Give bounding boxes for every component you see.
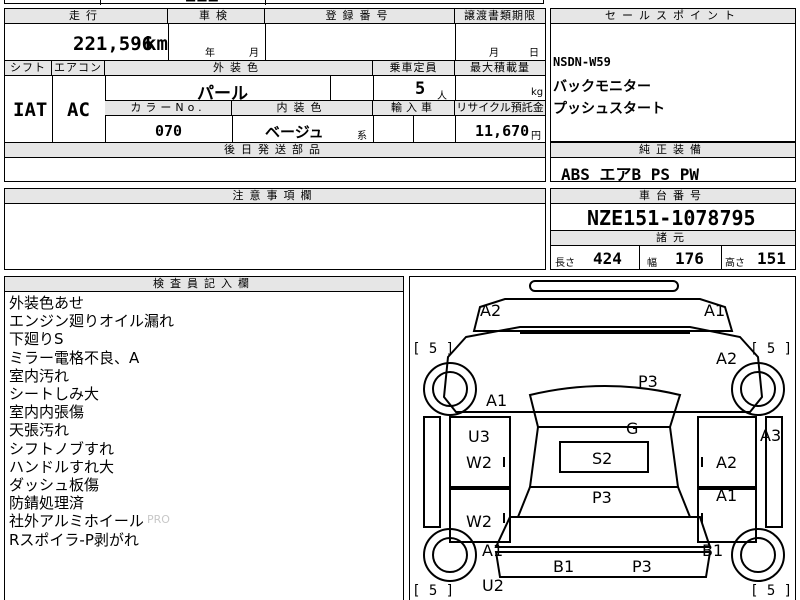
chassis-panel: 車台番号 NZE151-1078795 諸元 長さ 424 幅 176 高さ 1… (550, 188, 796, 270)
damage-mark: A2 (716, 349, 738, 368)
damage-mark: A1 (704, 301, 726, 320)
notes-header: 注意事項欄 (5, 189, 545, 204)
length-label: 長さ (555, 258, 575, 269)
remark-item: 下廻りS (9, 330, 64, 349)
specs-header: 諸元 (551, 231, 795, 246)
chassis-header: 車台番号 (551, 189, 795, 204)
recycle-fee-unit: 円 (531, 131, 541, 142)
transfer-month-unit: 月 (489, 48, 499, 59)
top-strip: ■■■ (4, 0, 544, 5)
transfer-deadline-header: 譲渡書類期限 (455, 9, 545, 24)
transfer-day-unit: 日 (529, 48, 539, 59)
postship-parts-header: 後日発送部品 (5, 143, 545, 158)
watermark: PRO (147, 513, 170, 526)
sales-point-item: バックモニター (553, 79, 651, 95)
damage-mark: U3 (468, 427, 490, 446)
sales-points-panel: セールスポイント NSDN-W59 バックモニター プッシュスタート (550, 8, 796, 142)
shaken-year-unit: 年 (205, 48, 215, 59)
height-label: 高さ (725, 258, 745, 269)
length-value: 424 (593, 249, 622, 268)
interior-color-value: ベージュ (265, 123, 324, 141)
damage-mark: G (626, 419, 639, 438)
damage-mark: P3 (592, 488, 612, 507)
recycle-header: リサイクル預託金 (455, 101, 545, 116)
damage-mark: A2 (716, 453, 738, 472)
exterior-color-header: 外装色 (105, 61, 373, 76)
tire-label-rear-left: [ 5 ] (412, 583, 455, 599)
shift-value: IAT (13, 99, 48, 121)
tire-label-front-left: [ 5 ] (412, 341, 455, 357)
damage-mark: A3 (760, 426, 782, 445)
remarks-list: 外装色あせ エンジン廻りオイル漏れ 下廻りS ミラー電格不良、A 室内汚れ シー… (9, 294, 174, 549)
interior-color-header: 内装色 (232, 101, 373, 116)
damage-mark: W2 (466, 512, 492, 531)
sales-points-header: セールスポイント (551, 9, 795, 24)
remark-item: 室内汚れ (9, 366, 70, 385)
shift-header: シフト (5, 61, 52, 76)
damage-mark: B1 (702, 541, 724, 560)
interior-color-suffix: 系 (357, 131, 367, 142)
mileage-unit: km (145, 33, 168, 55)
damage-diagram-panel: A2 A1 A2 P3 A1 G A3 U3 S2 W2 A2 P3 A1 W2… (409, 276, 796, 600)
recycle-fee-value: 11,670 (475, 122, 530, 140)
inspector-header: 検査員記入欄 (5, 277, 403, 292)
width-label: 幅 (647, 258, 657, 269)
equipment-panel: 純正装備 ABS エアB PS PW (550, 142, 796, 184)
damage-mark: A2 (480, 301, 502, 320)
max-load-header: 最大積載量 (455, 61, 545, 76)
damage-mark: A1 (482, 541, 504, 560)
shaken-header: 車検 (168, 9, 265, 24)
damage-mark: U2 (482, 576, 504, 595)
registration-header: 登録番号 (265, 9, 455, 24)
remark-item: ミラー電格不良、A (9, 348, 140, 367)
color-no-value: 070 (155, 122, 183, 140)
shaken-month-unit: 月 (249, 48, 259, 59)
max-load-unit: kg (531, 87, 544, 98)
height-value: 151 (757, 249, 786, 268)
tire-label-rear-right: [ 5 ] (750, 583, 793, 599)
remark-item: エンジン廻りオイル漏れ (9, 312, 175, 331)
damage-mark: P3 (638, 372, 658, 391)
aircon-value: AC (67, 99, 90, 121)
mileage-header: 走行 (5, 9, 168, 24)
top-strip-text: ■■■ (185, 0, 219, 3)
vehicle-info-table: 走行 車検 登録番号 譲渡書類期限 221,596 km 年 月 月 日 シフト… (4, 8, 546, 182)
remark-item: ダッシュ板傷 (9, 476, 100, 495)
damage-mark: P3 (632, 557, 652, 576)
import-header: 輸入車 (373, 101, 455, 116)
remark-item: Rスポイラ-P剥がれ (9, 530, 139, 549)
notes-panel: 注意事項欄 (4, 188, 546, 270)
damage-mark: A1 (486, 391, 508, 410)
remark-item: ハンドルすれ大 (9, 457, 115, 476)
remark-item: 天張汚れ (9, 421, 70, 440)
damage-mark: B1 (553, 557, 575, 576)
mileage-value: 221,596 (73, 33, 154, 55)
width-value: 176 (675, 249, 704, 268)
remark-item: 防錆処理済 (9, 494, 85, 513)
damage-mark: W2 (466, 453, 492, 472)
equipment-items: ABS エアB PS PW (561, 165, 699, 184)
damage-mark: S2 (592, 449, 613, 468)
capacity-header: 乗車定員 (373, 61, 455, 76)
aircon-header: エアコン (52, 61, 105, 76)
remark-item: シートしみ大 (9, 385, 100, 404)
tire-label-front-right: [ 5 ] (750, 341, 793, 357)
chassis-number: NZE151-1078795 (587, 206, 756, 230)
sales-point-item: NSDN-W59 (553, 55, 611, 69)
remark-item: 室内内張傷 (9, 403, 85, 422)
capacity-value: 5 (415, 79, 426, 99)
color-no-header: カラーNo. (105, 101, 232, 116)
sales-point-item: プッシュスタート (553, 101, 665, 117)
inspector-panel: 検査員記入欄 外装色あせ エンジン廻りオイル漏れ 下廻りS ミラー電格不良、A … (4, 276, 404, 600)
remark-item: シフトノブすれ (9, 439, 115, 458)
damage-mark: A1 (716, 486, 738, 505)
equipment-header: 純正装備 (551, 143, 795, 158)
remark-item: 外装色あせ (9, 294, 85, 312)
